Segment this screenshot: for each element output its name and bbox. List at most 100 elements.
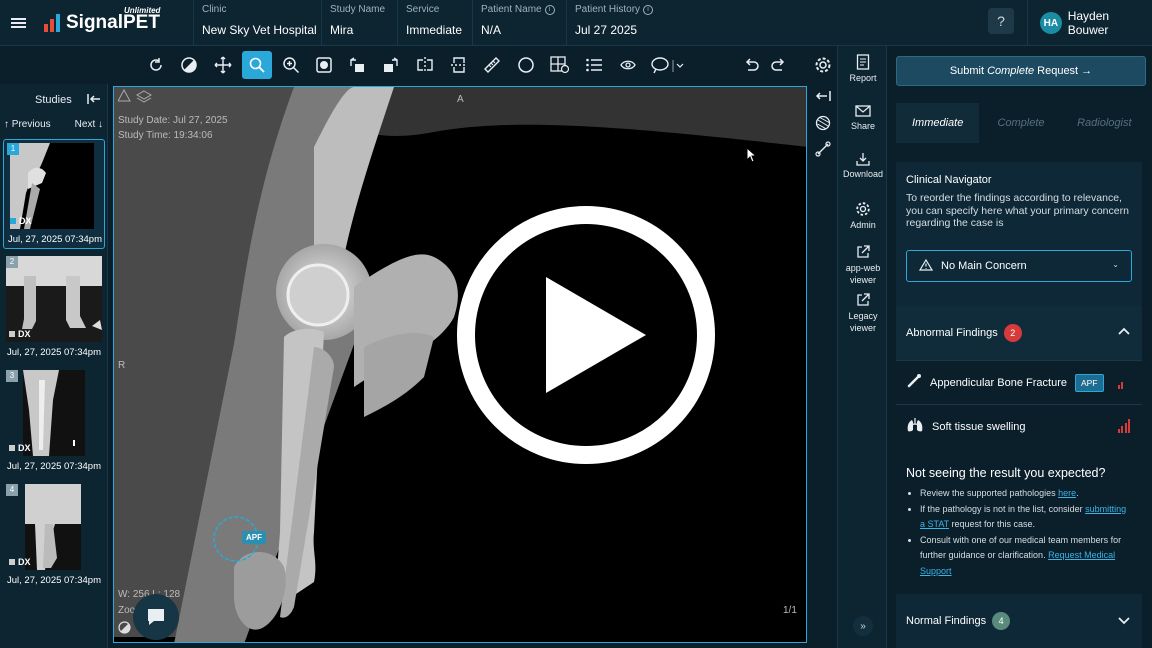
external-link-icon xyxy=(857,293,870,306)
next-button[interactable]: Next ↓ xyxy=(75,119,103,135)
patient-history-label: Patient History xyxy=(575,4,641,15)
rotate-icon[interactable] xyxy=(141,51,171,79)
share-button[interactable]: Share xyxy=(838,104,888,131)
info-icon[interactable]: i xyxy=(544,4,555,15)
abnormal-findings: Abnormal Findings 2 Appendicular Bone Fr… xyxy=(896,306,1142,462)
grid-settings-icon[interactable] xyxy=(545,51,575,79)
undo-icon[interactable] xyxy=(736,51,766,79)
settings-icon[interactable] xyxy=(808,51,838,79)
flip-vertical-icon[interactable] xyxy=(444,51,474,79)
finding-row[interactable]: Soft tissue swelling xyxy=(896,404,1142,448)
avatar: HA xyxy=(1040,12,1062,34)
study-date-overlay: Study Date: Jul 27, 2025 xyxy=(118,115,228,126)
finding-badge: APF xyxy=(1074,373,1104,392)
user-menu[interactable]: HA Hayden Bouwer xyxy=(1027,0,1152,46)
list-icon[interactable] xyxy=(579,51,609,79)
pan-icon[interactable] xyxy=(208,51,238,79)
logo: SignalPET Unlimited xyxy=(36,0,194,45)
redo-icon[interactable] xyxy=(764,51,794,79)
previous-button[interactable]: ↑ Previous xyxy=(4,119,51,135)
study-thumbnail[interactable]: 2 DX Jul, 27, 2025 07:34pm xyxy=(3,253,105,363)
study-thumbnail[interactable]: 1 DX Jul, 27, 2025 07:34pm xyxy=(3,139,105,249)
apf-finding-tag[interactable]: APF xyxy=(242,531,266,544)
main-concern-value: No Main Concern xyxy=(941,260,1027,272)
play-icon[interactable] xyxy=(456,205,716,470)
flip-horizontal-icon[interactable] xyxy=(410,51,440,79)
tab-radiologist[interactable]: Radiologist xyxy=(1063,103,1146,143)
ellipse-icon[interactable] xyxy=(511,51,541,79)
frame-counter: 1/1 xyxy=(783,605,797,616)
normal-findings-header[interactable]: Normal Findings 4 xyxy=(896,594,1142,648)
main-concern-select[interactable]: No Main Concern ⌄ xyxy=(906,250,1132,282)
chevron-down-icon: ⌄ xyxy=(1112,260,1119,269)
patient-name-label: Patient Name xyxy=(481,4,542,15)
study-name-field: Study Name Mira xyxy=(322,0,398,45)
study-image xyxy=(23,370,85,456)
external-link-icon xyxy=(857,245,870,258)
study-thumbnail[interactable]: 4 DX Jul, 27, 2025 07:34pm xyxy=(3,481,105,591)
abnormal-findings-header[interactable]: Abnormal Findings 2 xyxy=(896,306,1142,360)
image-viewer[interactable]: A Study Date: Jul 27, 2025 Study Time: 1… xyxy=(113,86,807,643)
not-seeing-section: Not seeing the result you expected? Revi… xyxy=(896,450,1142,582)
normal-findings: Normal Findings 4 xyxy=(896,594,1142,648)
chat-button[interactable] xyxy=(133,594,179,640)
severity-bars-icon xyxy=(1117,375,1131,389)
expand-panel-icon[interactable]: » xyxy=(853,616,873,636)
legacy-viewer-button[interactable]: Legacy viewer xyxy=(838,293,888,334)
submit-label-post: Request → xyxy=(1037,65,1093,77)
magnify-icon[interactable] xyxy=(276,51,306,79)
report-icon xyxy=(856,54,870,70)
zoom-icon[interactable] xyxy=(242,51,272,79)
normal-findings-title: Normal Findings xyxy=(906,615,987,627)
submit-complete-request-button[interactable]: Submit Complete Request → xyxy=(896,56,1146,86)
finding-row[interactable]: Appendicular Bone Fracture APF xyxy=(896,360,1142,404)
info-icon[interactable]: i xyxy=(643,4,654,15)
study-thumbnail[interactable]: 3 DX Jul, 27, 2025 07:34pm xyxy=(3,367,105,477)
chevron-down-icon[interactable] xyxy=(1118,616,1130,628)
cursor-icon xyxy=(746,146,758,168)
app-web-viewer-label: app-web viewer xyxy=(845,263,881,285)
clinical-navigator-title: Clinical Navigator xyxy=(906,174,992,186)
download-button[interactable]: Download xyxy=(838,152,888,179)
ruler-icon[interactable] xyxy=(477,51,507,79)
download-icon xyxy=(856,153,870,166)
collapse-icon[interactable] xyxy=(87,93,101,108)
submit-label-pre: Submit xyxy=(949,65,985,77)
study-number: 2 xyxy=(6,256,18,268)
report-button[interactable]: Report xyxy=(838,54,888,83)
app-web-viewer-button[interactable]: app-web viewer xyxy=(838,245,888,286)
supported-pathologies-link[interactable]: here xyxy=(1058,488,1076,498)
warning-layers-icon[interactable] xyxy=(117,88,153,106)
abnormal-count-badge: 2 xyxy=(1003,324,1022,342)
menu-icon[interactable] xyxy=(0,0,36,45)
sphere-icon[interactable] xyxy=(815,115,831,136)
clinical-navigator-desc: To reorder the findings according to rel… xyxy=(906,192,1129,229)
chevron-up-icon[interactable] xyxy=(1118,326,1130,338)
normal-count-badge: 4 xyxy=(992,612,1011,630)
eye-icon[interactable] xyxy=(613,51,643,79)
admin-button[interactable]: Admin xyxy=(838,201,888,230)
line-tool-icon[interactable] xyxy=(815,141,831,162)
rotate-left-icon[interactable] xyxy=(342,51,372,79)
contrast-icon[interactable] xyxy=(174,51,204,79)
logo-bars-icon xyxy=(44,13,60,32)
orientation-left: R xyxy=(118,360,126,371)
abnormal-findings-title: Abnormal Findings xyxy=(906,327,998,339)
study-date: Jul, 27, 2025 07:34pm xyxy=(6,347,101,358)
modality-label: DX xyxy=(18,557,31,567)
patient-name-field: Patient Name i N/A xyxy=(473,0,567,45)
annotation-icon[interactable] xyxy=(648,51,692,79)
contrast-icon[interactable] xyxy=(118,621,131,637)
share-label: Share xyxy=(850,121,876,131)
invert-icon[interactable] xyxy=(309,51,339,79)
download-label: Download xyxy=(842,169,884,179)
help-button[interactable]: ? xyxy=(988,8,1014,34)
viewer-toolbar xyxy=(108,46,838,84)
tab-immediate[interactable]: Immediate xyxy=(896,103,980,143)
tab-complete[interactable]: Complete xyxy=(979,103,1062,143)
clinic-field: Clinic New Sky Vet Hospital xyxy=(194,0,322,45)
collapse-panel-icon[interactable] xyxy=(815,89,831,107)
study-image xyxy=(25,484,81,570)
finding-label: Soft tissue swelling xyxy=(932,420,1026,433)
rotate-right-icon[interactable] xyxy=(376,51,406,79)
